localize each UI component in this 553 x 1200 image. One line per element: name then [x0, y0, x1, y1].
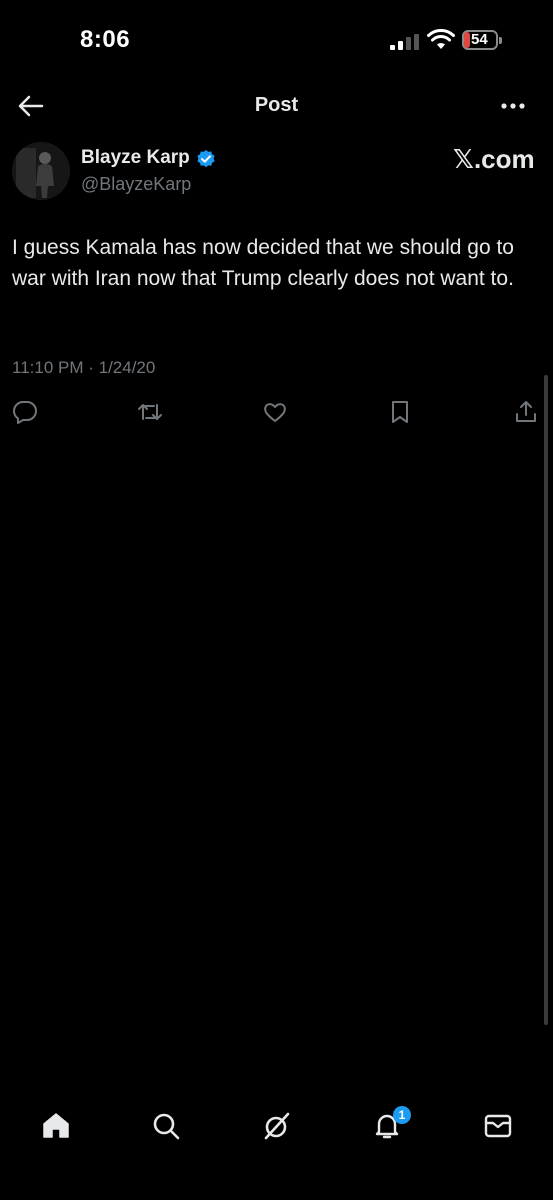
wifi-icon	[427, 29, 455, 49]
battery-indicator: 54	[462, 30, 504, 52]
grok-icon[interactable]	[262, 1111, 292, 1141]
page-title: Post	[254, 94, 299, 116]
bookmark-icon[interactable]	[387, 399, 413, 425]
messages-icon[interactable]	[483, 1111, 513, 1141]
search-icon[interactable]	[151, 1111, 181, 1141]
post-timestamp: 11:10 PM · 1/24/20	[12, 358, 156, 377]
verified-icon	[197, 150, 215, 168]
author-name[interactable]: Blayze Karp	[81, 147, 190, 169]
repost-icon[interactable]	[137, 399, 163, 425]
post-text: I guess Kamala has now decided that we s…	[12, 236, 514, 290]
author-handle[interactable]: @BlayzeKarp	[81, 174, 191, 195]
cellular-signal-icon	[390, 34, 419, 50]
share-icon[interactable]	[513, 399, 539, 425]
battery-level: 54	[471, 31, 488, 48]
like-icon[interactable]	[262, 399, 288, 425]
notifications-badge: 1	[393, 1106, 411, 1124]
more-icon[interactable]	[500, 102, 526, 110]
reply-icon[interactable]	[12, 399, 38, 425]
source-label: 𝕏.com	[453, 144, 535, 174]
avatar[interactable]	[12, 142, 70, 200]
home-icon[interactable]	[41, 1111, 71, 1141]
scrollbar[interactable]	[544, 375, 548, 1025]
status-time: 8:06	[80, 26, 131, 53]
